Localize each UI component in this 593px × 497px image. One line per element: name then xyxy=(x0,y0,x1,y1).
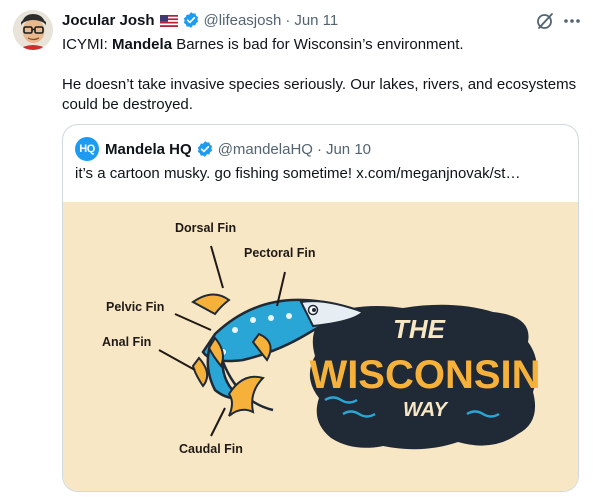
verified-badge-icon xyxy=(196,140,214,158)
logo-wisconsin: WISCONSIN xyxy=(309,353,540,397)
tweet-header: Jocular Josh @lifeasjosh · Jun 11 xyxy=(62,10,338,30)
avatar[interactable] xyxy=(13,10,53,50)
separator-dot: · xyxy=(285,11,291,29)
label-dorsal-fin: Dorsal Fin xyxy=(175,221,237,235)
quoted-tweet-header: HQ Mandela HQ @mandelaHQ · Jun 10 xyxy=(75,137,371,161)
label-anal-fin: Anal Fin xyxy=(102,335,152,349)
label-pectoral-fin: Pectoral Fin xyxy=(244,246,316,260)
quoted-author-name[interactable]: Mandela HQ xyxy=(105,141,192,158)
tweet-paragraph-1: ICYMI: Mandela Barnes is bad for Wiscons… xyxy=(62,35,577,55)
tweet-prefix: ICYMI: xyxy=(62,36,113,53)
media-image[interactable]: THE WISCONSIN WAY Dorsal Fin Pectoral Fi… xyxy=(63,202,578,491)
tweet-line1-rest: Barnes is bad for Wisconsin’s environmen… xyxy=(172,36,464,53)
author-handle[interactable]: @lifeasjosh xyxy=(204,12,282,29)
mention-mandela: Mandela xyxy=(112,36,173,53)
quoted-link[interactable]: x.com/meganjnovak/st… xyxy=(356,165,520,182)
quoted-tweet-text: it’s a cartoon musky. go fishing sometim… xyxy=(75,165,520,182)
grok-icon[interactable] xyxy=(535,11,555,31)
tweet-date[interactable]: Jun 11 xyxy=(294,12,338,29)
quoted-tweet-date[interactable]: Jun 10 xyxy=(326,141,371,158)
quoted-author-handle[interactable]: @mandelaHQ xyxy=(218,141,313,158)
quoted-tweet[interactable]: HQ Mandela HQ @mandelaHQ · Jun 10 it’s a… xyxy=(62,124,579,492)
logo-way: WAY xyxy=(403,399,449,421)
tweet[interactable]: Jocular Josh @lifeasjosh · Jun 11 ICYMI:… xyxy=(0,0,593,497)
separator-dot: · xyxy=(316,140,322,158)
tweet-paragraph-2: He doesn’t take invasive species serious… xyxy=(62,76,577,113)
quoted-text: it’s a cartoon musky. go fishing sometim… xyxy=(75,165,357,182)
us-flag-icon xyxy=(159,14,178,27)
verified-badge-icon xyxy=(182,11,200,29)
tweet-text: ICYMI: Mandela Barnes is bad for Wiscons… xyxy=(62,35,577,115)
label-caudal-fin: Caudal Fin xyxy=(179,442,243,456)
more-options-icon[interactable] xyxy=(561,11,583,31)
label-pelvic-fin: Pelvic Fin xyxy=(106,300,165,314)
author-name[interactable]: Jocular Josh xyxy=(62,12,155,29)
avatar-illustration xyxy=(13,10,53,50)
quoted-avatar[interactable]: HQ xyxy=(75,137,99,161)
logo-the: THE xyxy=(393,314,446,344)
